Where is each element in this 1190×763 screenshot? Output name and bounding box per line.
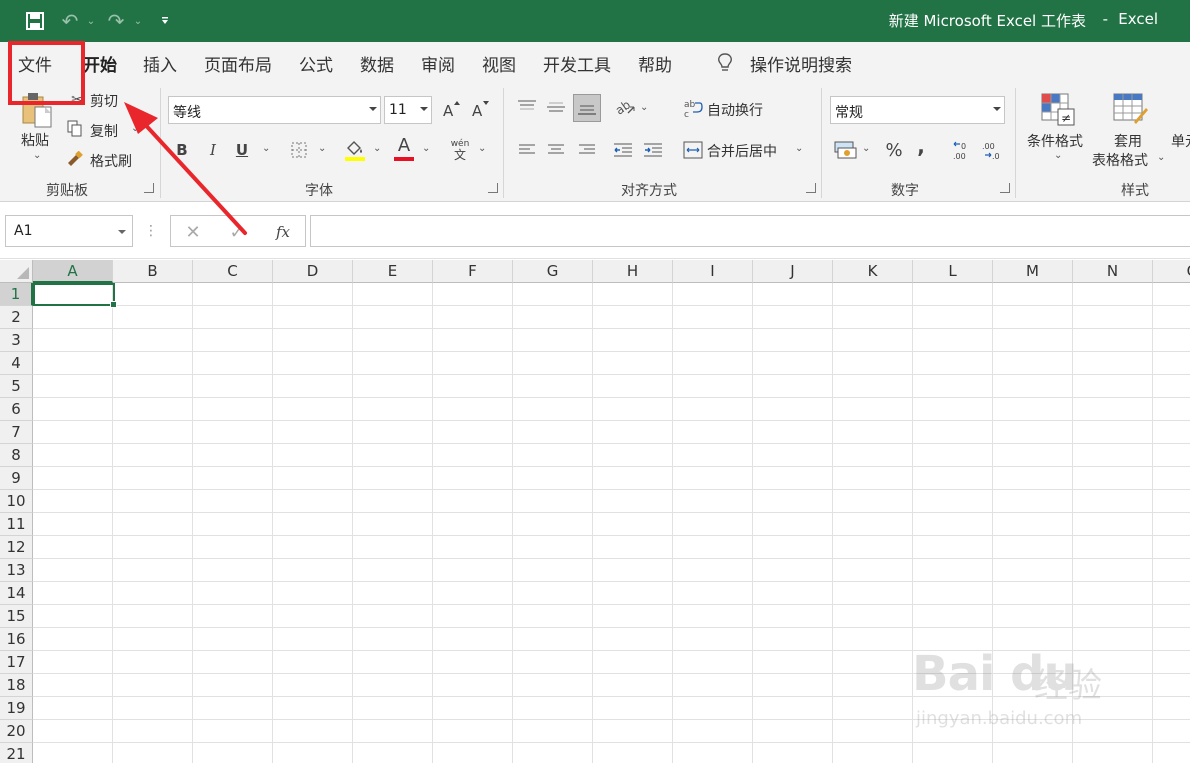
watermark: Bai du 经验 jingyan.baidu.com [912,632,1132,742]
watermark-url: jingyan.baidu.com [916,708,1083,729]
watermark-cn: 经验 [1034,666,1102,706]
